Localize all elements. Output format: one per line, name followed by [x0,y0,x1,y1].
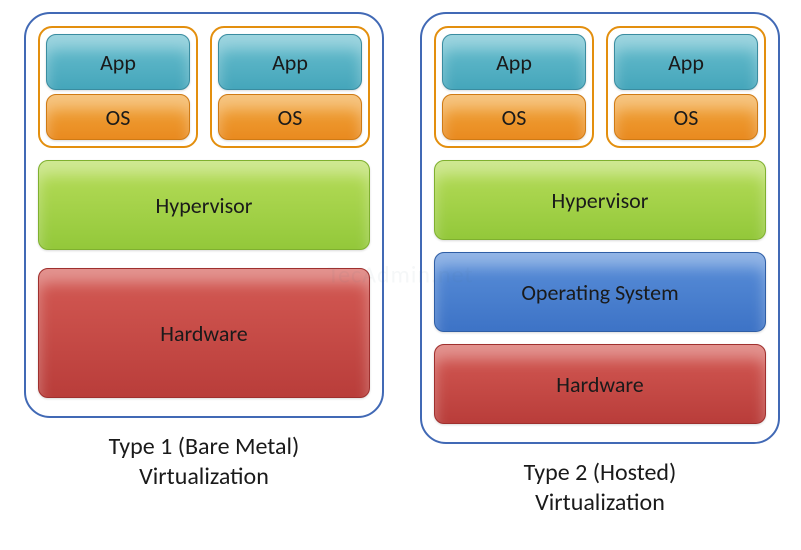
type1-vm-1: App OS [38,26,198,148]
app-block: App [218,34,362,90]
hypervisor-block: Hypervisor [38,160,370,250]
caption-line1: Type 1 (Bare Metal) [24,432,384,462]
diagram-columns: App OS App OS Hypervisor Hardware Type 1… [0,0,801,518]
type2-vm-1: App OS [434,26,594,148]
type2-vm-2: App OS [606,26,766,148]
app-block: App [46,34,190,90]
type1-panel: App OS App OS Hypervisor Hardware [24,12,384,418]
type2-panel: App OS App OS Hypervisor Operating Syste… [420,12,780,444]
type1-caption: Type 1 (Bare Metal) Virtualization [24,432,384,492]
hardware-block: Hardware [38,268,370,398]
caption-line1: Type 2 (Hosted) [420,458,780,488]
hypervisor-block: Hypervisor [434,160,766,240]
caption-line2: Virtualization [24,462,384,492]
host-os-block: Operating System [434,252,766,332]
os-block: OS [614,94,758,140]
caption-line2: Virtualization [420,488,780,518]
type2-vm-row: App OS App OS [434,26,766,148]
os-block: OS [218,94,362,140]
os-block: OS [46,94,190,140]
type1-vm-2: App OS [210,26,370,148]
os-block: OS [442,94,586,140]
type1-column: App OS App OS Hypervisor Hardware Type 1… [24,12,384,518]
hardware-block: Hardware [434,344,766,424]
type2-column: App OS App OS Hypervisor Operating Syste… [420,12,780,518]
type2-caption: Type 2 (Hosted) Virtualization [420,458,780,518]
app-block: App [614,34,758,90]
app-block: App [442,34,586,90]
type1-vm-row: App OS App OS [38,26,370,148]
